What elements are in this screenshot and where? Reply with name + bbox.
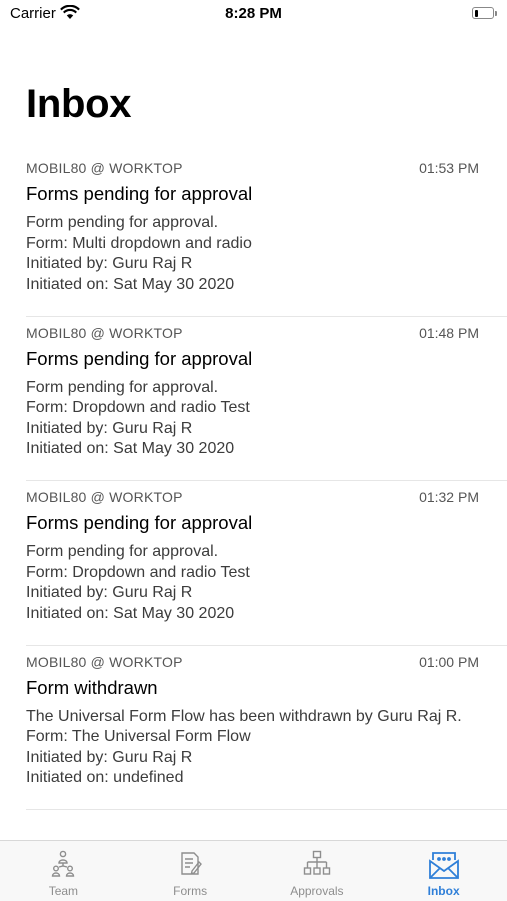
tab-label: Inbox bbox=[427, 884, 460, 898]
message-body: The Universal Form Flow has been withdra… bbox=[26, 707, 462, 787]
inbox-icon bbox=[427, 849, 461, 886]
message-subject: Forms pending for approval bbox=[26, 347, 253, 369]
message-source: MOBIL80 @ WORKTOP bbox=[26, 160, 183, 176]
forms-icon bbox=[175, 849, 205, 884]
tab-approvals[interactable]: Approvals bbox=[254, 841, 381, 901]
message-source: MOBIL80 @ WORKTOP bbox=[26, 324, 183, 341]
tab-label: Team bbox=[48, 884, 79, 898]
message-source: MOBIL80 @ WORKTOP bbox=[26, 489, 183, 505]
message-list: MOBIL80 @ WORKTOP 01:53 PM Forms pending… bbox=[0, 152, 507, 810]
message-item[interactable]: MOBIL80 @ WORKTOP 01:00 PM Form withdraw… bbox=[0, 646, 507, 811]
status-bar: Carrier 8:28 PM bbox=[0, 0, 507, 30]
message-source: MOBIL80 @ WORKTOP bbox=[26, 653, 183, 670]
message-item[interactable]: MOBIL80 @ WORKTOP 01:53 PM Forms pending… bbox=[0, 152, 507, 317]
team-icon bbox=[48, 849, 78, 884]
approvals-icon bbox=[302, 849, 332, 884]
tab-team[interactable]: Team bbox=[0, 841, 127, 901]
message-subject: Forms pending for approval bbox=[26, 183, 253, 204]
message-time: 01:53 PM bbox=[419, 160, 479, 176]
message-body: Form pending for approval. Form: Dropdow… bbox=[26, 543, 250, 622]
message-time: 01:32 PM bbox=[419, 489, 479, 505]
message-subject: Form withdrawn bbox=[26, 676, 158, 698]
battery-icon bbox=[472, 7, 498, 19]
message-body: Form pending for approval. Form: Multi d… bbox=[26, 214, 252, 293]
message-subject: Forms pending for approval bbox=[26, 512, 253, 533]
message-time: 01:00 PM bbox=[419, 653, 479, 670]
message-item[interactable]: MOBIL80 @ WORKTOP 01:32 PM Forms pending… bbox=[0, 481, 507, 646]
tab-label: Approvals bbox=[290, 884, 344, 898]
status-time: 8:28 PM bbox=[225, 5, 282, 22]
message-time: 01:48 PM bbox=[419, 324, 479, 341]
message-body: Form pending for approval. Form: Dropdow… bbox=[26, 378, 250, 458]
tab-label: Forms bbox=[173, 884, 208, 898]
tab-inbox[interactable]: Inbox bbox=[380, 841, 507, 901]
page-title: Inbox bbox=[26, 82, 132, 126]
message-item[interactable]: MOBIL80 @ WORKTOP 01:48 PM Forms pending… bbox=[0, 317, 507, 482]
tab-bar: Team Forms Approvals Inbox bbox=[0, 840, 507, 901]
tab-forms[interactable]: Forms bbox=[127, 841, 254, 901]
